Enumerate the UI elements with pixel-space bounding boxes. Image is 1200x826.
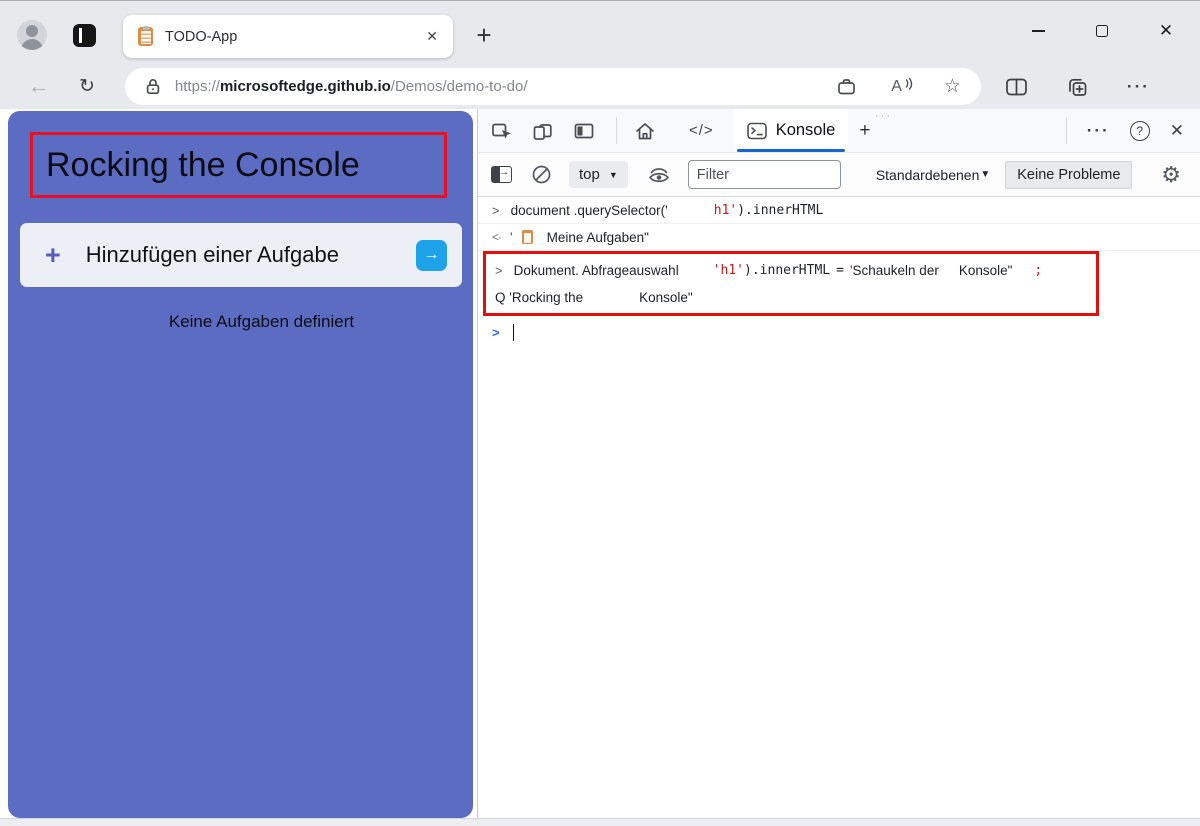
return-arrow-icon: <·: [492, 230, 502, 244]
add-task-label: Hinzufügen einer Aufgabe: [85, 242, 339, 267]
no-issues-badge[interactable]: Keine Probleme: [1005, 160, 1133, 189]
sources-code-tab[interactable]: </>: [689, 122, 714, 139]
devtools-new-tab-button[interactable]: +: [859, 120, 870, 142]
annotation-box-title: Rocking the Console: [30, 132, 447, 198]
reload-icon[interactable]: ↻: [79, 75, 95, 98]
text-cursor: [512, 324, 515, 341]
url-scheme: https://: [174, 78, 220, 95]
console-token: ;: [1034, 263, 1043, 278]
console-chevron-icon: >: [492, 202, 500, 218]
plus-icon: +: [45, 239, 61, 270]
console-prompt[interactable]: >: [478, 324, 1200, 341]
annotation-box-console: > Dokument. Abfrageauswahl 'h1' ).innerH…: [483, 251, 1099, 316]
workspaces-icon[interactable]: [73, 24, 96, 47]
device-emulation-icon[interactable]: [532, 120, 554, 142]
console-result-row: Q 'Rocking the Konsole": [486, 284, 1096, 311]
devtools-more-icon[interactable]: ···: [1087, 121, 1110, 141]
tab-overflow-dots: ···: [875, 110, 892, 122]
webpage-viewport: Rocking the Console + Hinzufügen einer A…: [0, 109, 477, 818]
divider: [1065, 117, 1067, 144]
console-token: =: [836, 263, 844, 278]
tab-close-icon[interactable]: ✕: [426, 28, 438, 45]
console-text: Meine Aufgaben": [546, 229, 649, 245]
minimize-button[interactable]: [1006, 11, 1070, 51]
url-text: https://microsoftedge.github.io/Demos/de…: [175, 78, 528, 95]
help-icon[interactable]: ?: [1129, 120, 1150, 141]
console-text: Schaukeln der: [852, 263, 939, 278]
add-task-submit-button[interactable]: →: [416, 239, 447, 271]
console-text: Q 'Rocking the: [495, 290, 584, 305]
tab-console[interactable]: Konsole: [733, 109, 849, 152]
context-label: top: [579, 166, 600, 183]
lock-icon: [146, 78, 160, 94]
dock-side-icon[interactable]: [573, 120, 595, 142]
gear-icon[interactable]: ⚙: [1161, 162, 1181, 188]
prompt-chevron-icon: >: [492, 325, 500, 340]
url-path: /Demos/demo-to-do/: [390, 78, 528, 95]
browser-tab[interactable]: TODO-App ✕: [123, 15, 453, 58]
console-token: ': [510, 229, 513, 245]
favorites-star-icon[interactable]: ☆: [944, 75, 961, 98]
console-sidebar-icon[interactable]: [491, 166, 512, 183]
collections-icon[interactable]: [1066, 76, 1089, 98]
console-token: ).innerHTML: [744, 263, 831, 278]
split-screen-icon[interactable]: [1005, 76, 1028, 98]
console-input-echo-row: > document .querySelector(' h1' ).innerH…: [478, 197, 1200, 224]
address-bar[interactable]: https://microsoftedge.github.io/Demos/de…: [124, 68, 981, 105]
devtools-panel: </> Konsole + ··· ··· ? ✕ top ▼ Standard…: [477, 109, 1200, 818]
chevron-down-icon: ▼: [608, 169, 618, 180]
log-levels-dropdown[interactable]: Standardebenen ▼: [876, 167, 990, 183]
clear-console-icon[interactable]: [531, 164, 552, 185]
console-text: Konsole": [639, 290, 693, 305]
maximize-icon: [1096, 25, 1108, 37]
console-text: Dokument. Abfrageauswahl: [513, 263, 679, 278]
page-title: Rocking the Console: [46, 145, 360, 184]
console-text: Konsole": [958, 263, 1013, 278]
context-selector[interactable]: top ▼: [569, 161, 628, 188]
back-icon[interactable]: ←: [28, 75, 49, 99]
console-input-echo-row: > Dokument. Abfrageauswahl 'h1' ).innerH…: [486, 257, 1096, 284]
console-text: document .querySelector(': [510, 202, 668, 218]
address-bar-row: ← ↻ https://microsoftedge.github.io/Demo…: [0, 64, 1200, 109]
tab-title: TODO-App: [165, 28, 238, 45]
live-expression-eye-icon[interactable]: [647, 165, 671, 184]
console-token: 'h1': [712, 263, 745, 278]
filter-input[interactable]: [687, 160, 841, 189]
url-host: microsoftedge.github.io: [219, 78, 391, 95]
settings-menu-icon[interactable]: ···: [1127, 77, 1150, 97]
devtools-close-icon[interactable]: ✕: [1170, 121, 1184, 141]
console-token: h1': [713, 202, 738, 218]
todo-clipboard-favicon-icon: [138, 25, 153, 46]
minimize-icon: [1031, 30, 1045, 32]
console-tab-label: Konsole: [775, 121, 836, 139]
devtools-tab-row: </> Konsole + ··· ··· ? ✕: [478, 109, 1200, 153]
console-result-row: <· ' Meine Aufgaben": [478, 224, 1200, 251]
console-chevron-icon: >: [495, 263, 503, 278]
window-close-button[interactable]: ✕: [1134, 11, 1198, 51]
console-messages: > document .querySelector(' h1' ).innerH…: [478, 197, 1200, 341]
chevron-down-icon: ▼: [980, 169, 991, 180]
new-tab-button[interactable]: +: [466, 17, 502, 53]
empty-state-text: Keine Aufgaben definiert: [168, 312, 355, 331]
app-container-icon[interactable]: [836, 77, 857, 97]
console-token: ).innerHTML: [737, 202, 824, 218]
read-aloud-letter: A: [891, 77, 902, 95]
console-toolbar: top ▼ Standardebenen ▼ Keine Probleme ⚙: [478, 153, 1200, 197]
read-aloud-icon[interactable]: A: [891, 77, 913, 96]
welcome-home-tab[interactable]: [634, 120, 656, 142]
log-levels-label: Standardebenen: [875, 166, 980, 183]
terminal-icon: [746, 122, 767, 139]
inspect-element-icon[interactable]: [491, 120, 513, 142]
window-controls: ✕: [1006, 11, 1198, 51]
add-task-input[interactable]: + Hinzufügen einer Aufgabe →: [20, 223, 462, 287]
profile-avatar-icon[interactable]: [17, 20, 47, 50]
clipboard-emoji-icon: [521, 230, 533, 244]
maximize-button[interactable]: [1070, 11, 1134, 51]
browser-titlebar: TODO-App ✕ + ✕: [0, 1, 1200, 64]
divider: [616, 117, 617, 144]
todo-app-card: Rocking the Console + Hinzufügen einer A…: [8, 111, 473, 818]
